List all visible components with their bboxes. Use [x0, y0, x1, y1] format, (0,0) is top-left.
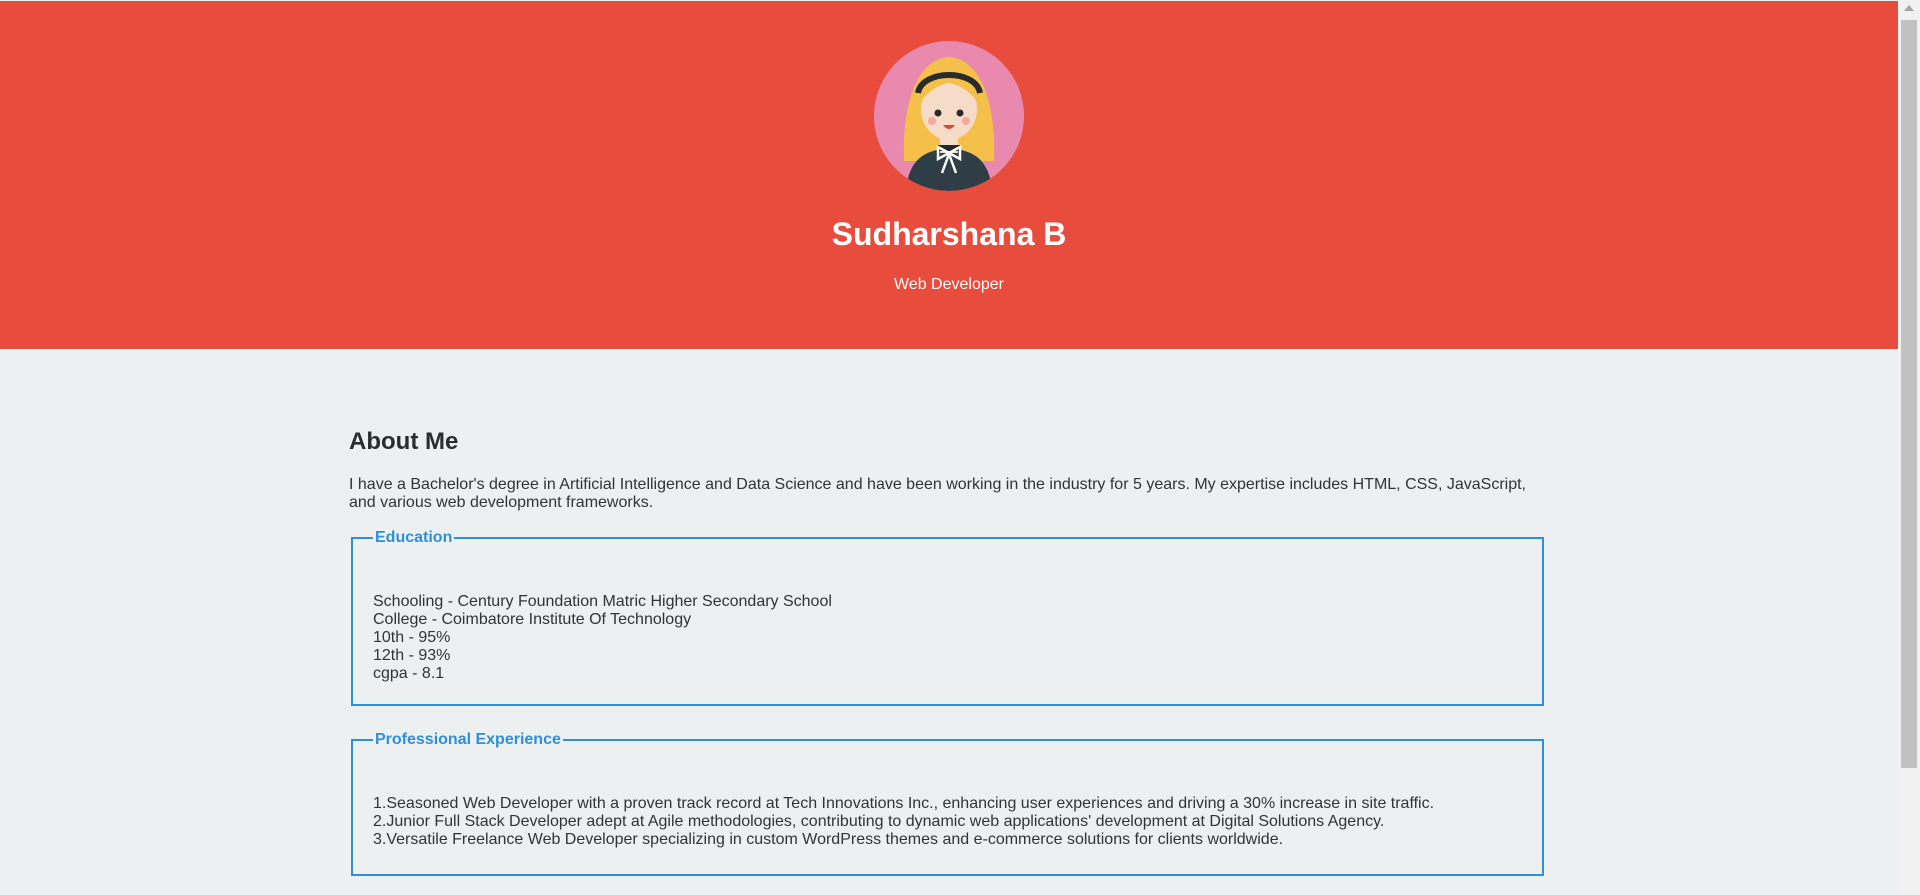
woman-avatar-icon: [874, 41, 1024, 191]
scroll-up-arrow-icon[interactable]: [1904, 5, 1914, 11]
scrollbar-thumb[interactable]: [1901, 20, 1917, 768]
experience-list: 1.Seasoned Web Developer with a proven t…: [373, 795, 1434, 849]
resume-page: Sudharshana B Web Developer About Me I h…: [0, 0, 1898, 895]
education-item: 12th - 93%: [373, 647, 451, 664]
education-item: cgpa - 8.1: [373, 665, 445, 682]
experience-item: 2.Junior Full Stack Developer adept at A…: [373, 813, 1385, 830]
about-title: About Me: [349, 428, 459, 455]
education-item: College - Coimbatore Institute Of Techno…: [373, 611, 692, 628]
about-text: I have a Bachelor's degree in Artificial…: [349, 476, 1526, 511]
experience-item: 1.Seasoned Web Developer with a proven t…: [373, 795, 1435, 812]
education-section: Education Schooling - Century Foundation…: [351, 529, 1544, 706]
education-legend: Education: [375, 529, 453, 546]
experience-legend: Professional Experience: [375, 731, 561, 748]
profile-header: Sudharshana B Web Developer: [0, 1, 1898, 349]
education-list: Schooling - Century Foundation Matric Hi…: [373, 593, 832, 683]
experience-section: Professional Experience 1.Seasoned Web D…: [351, 731, 1544, 876]
profile-name: Sudharshana B: [831, 216, 1067, 252]
education-item: Schooling - Century Foundation Matric Hi…: [373, 593, 832, 610]
profile-role: Web Developer: [894, 276, 1004, 293]
vertical-scrollbar[interactable]: [1898, 0, 1920, 895]
education-item: 10th - 95%: [373, 629, 451, 646]
experience-item: 3.Versatile Freelance Web Developer spec…: [373, 831, 1284, 848]
